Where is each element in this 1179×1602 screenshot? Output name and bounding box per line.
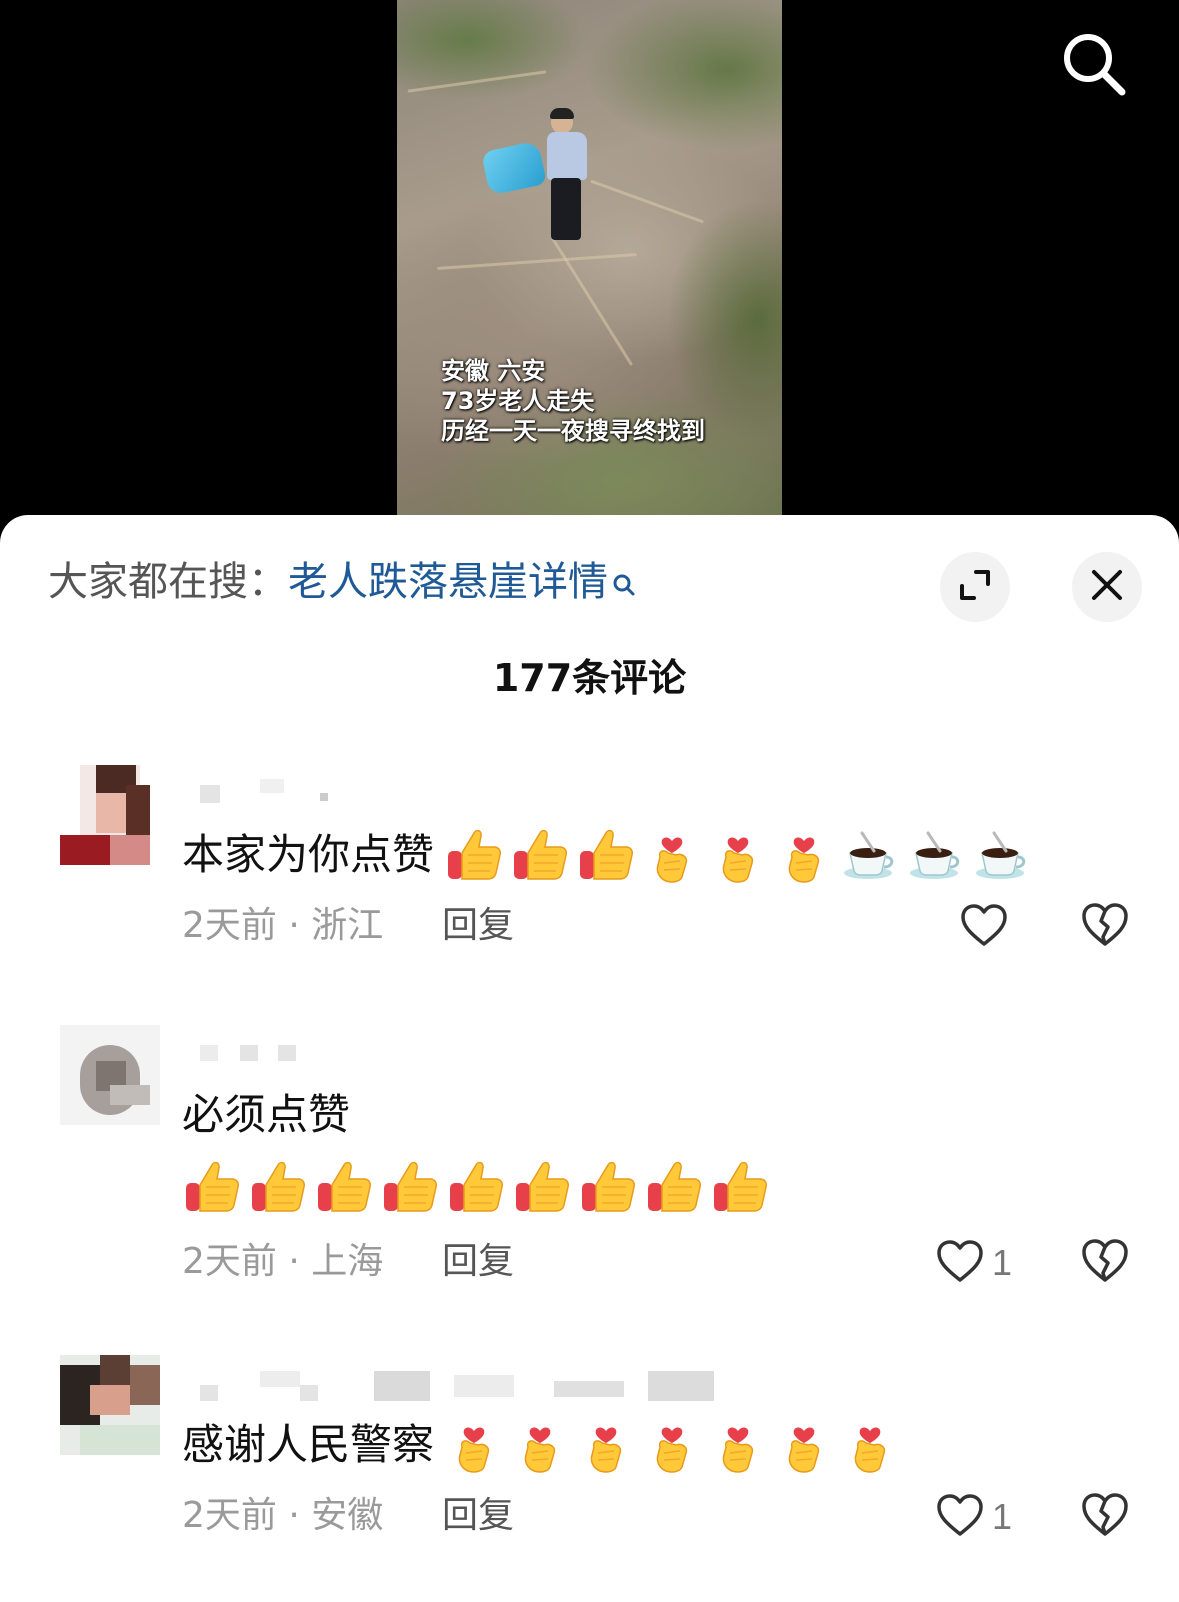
close-icon — [1090, 568, 1124, 606]
thumbs-up-icon — [314, 1157, 374, 1217]
emoji-row — [182, 1157, 776, 1217]
like-button[interactable]: 1 — [936, 1237, 1012, 1289]
hot-search-bar[interactable]: 大家都在搜：老人跌落悬崖详情 — [48, 555, 636, 613]
reply-button[interactable]: 回复 — [442, 1239, 514, 1285]
rock-texture — [407, 70, 547, 93]
dislike-button[interactable] — [1080, 1237, 1130, 1287]
comment-text-body: 必须点赞 — [182, 1090, 351, 1139]
thumbs-up-icon — [248, 1157, 308, 1217]
finger-heart-icon — [510, 1415, 570, 1475]
coffee-icon — [840, 825, 900, 885]
finger-heart-icon — [840, 1415, 900, 1475]
hot-search-label: 大家都在搜： — [48, 559, 288, 605]
expand-icon — [958, 568, 992, 606]
heart-icon — [960, 903, 1008, 951]
caption-line-location: 安徽 六安 — [441, 357, 546, 385]
username[interactable] — [182, 1035, 482, 1067]
caption-line-summary: 历经一天一夜搜寻终找到 — [441, 417, 705, 445]
video-caption: 安徽 六安 73岁老人走失 历经一天一夜搜寻终找到 — [441, 356, 705, 446]
heart-icon — [936, 1493, 984, 1541]
username[interactable] — [182, 775, 482, 807]
rock-texture — [437, 253, 637, 270]
reply-button[interactable]: 回复 — [442, 1493, 514, 1539]
like-button[interactable] — [960, 901, 1016, 953]
hot-search-term[interactable]: 老人跌落悬崖详情 — [288, 559, 608, 605]
like-count: 1 — [992, 1496, 1013, 1537]
username[interactable] — [182, 1365, 782, 1401]
finger-heart-icon — [642, 1415, 702, 1475]
police-officer — [537, 108, 597, 245]
finger-heart-icon — [774, 825, 834, 885]
emoji-row — [444, 825, 1038, 885]
comment-item: 感谢人民警察 2天前 · 安徽 回复 1 — [0, 1345, 1179, 1585]
finger-heart-icon — [444, 1415, 504, 1475]
avatar[interactable] — [60, 765, 160, 865]
search-icon — [612, 559, 636, 613]
avatar[interactable] — [60, 1355, 160, 1455]
avatar[interactable] — [60, 1025, 160, 1125]
thumbs-up-icon — [510, 825, 570, 885]
comment-item: 本家为你点赞 2天前 · 浙江 回复 — [0, 755, 1179, 995]
rock-texture — [590, 179, 704, 224]
thumbs-up-icon — [710, 1157, 770, 1217]
expand-button[interactable] — [940, 552, 1010, 622]
finger-heart-icon — [708, 1415, 768, 1475]
coffee-icon — [906, 825, 966, 885]
dislike-button[interactable] — [1080, 901, 1130, 951]
comment-item: 必须点赞 2天前 · 上海 回复 1 — [0, 1015, 1179, 1315]
comment-meta: 2天前 · 安徽 — [182, 1495, 384, 1536]
thumbs-up-icon — [182, 1157, 242, 1217]
comment-sheet: 大家都在搜：老人跌落悬崖详情 177条评论 本家为你点赞 2天前 · 浙江 回复… — [0, 515, 1179, 1602]
comment-text-body: 感谢人民警察 — [182, 1420, 435, 1469]
video-player[interactable]: 安徽 六安 73岁老人走失 历经一天一夜搜寻终找到 — [0, 0, 1179, 520]
comment-count: 177条评论 — [492, 656, 687, 700]
thumbs-up-icon — [576, 825, 636, 885]
comment-text-body: 本家为你点赞 — [182, 830, 435, 879]
finger-heart-icon — [774, 1415, 834, 1475]
broken-heart-icon — [1080, 903, 1130, 951]
coffee-icon — [972, 825, 1032, 885]
dislike-button[interactable] — [1080, 1491, 1130, 1541]
reply-button[interactable]: 回复 — [442, 903, 514, 949]
thumbs-up-icon — [446, 1157, 506, 1217]
comment-meta: 2天前 · 上海 — [182, 1241, 384, 1282]
thumbs-up-icon — [444, 825, 504, 885]
comment-text: 本家为你点赞 — [182, 827, 434, 883]
close-button[interactable] — [1072, 552, 1142, 622]
emoji-row — [444, 1415, 906, 1475]
thumbs-up-icon — [380, 1157, 440, 1217]
video-frame[interactable]: 安徽 六安 73岁老人走失 历经一天一夜搜寻终找到 — [397, 0, 782, 520]
finger-heart-icon — [576, 1415, 636, 1475]
broken-heart-icon — [1080, 1493, 1130, 1541]
search-icon[interactable] — [1060, 30, 1130, 100]
thumbs-up-icon — [578, 1157, 638, 1217]
broken-heart-icon — [1080, 1239, 1130, 1287]
caption-line-subject: 73岁老人走失 — [441, 387, 595, 415]
comment-text: 感谢人民警察 — [182, 1417, 434, 1473]
finger-heart-icon — [708, 825, 768, 885]
thumbs-up-icon — [644, 1157, 704, 1217]
comment-text: 必须点赞 — [182, 1087, 350, 1143]
finger-heart-icon — [642, 825, 702, 885]
like-button[interactable]: 1 — [936, 1491, 1012, 1543]
heart-icon — [936, 1239, 984, 1287]
like-count: 1 — [992, 1242, 1013, 1283]
thumbs-up-icon — [512, 1157, 572, 1217]
comment-meta: 2天前 · 浙江 — [182, 905, 384, 946]
